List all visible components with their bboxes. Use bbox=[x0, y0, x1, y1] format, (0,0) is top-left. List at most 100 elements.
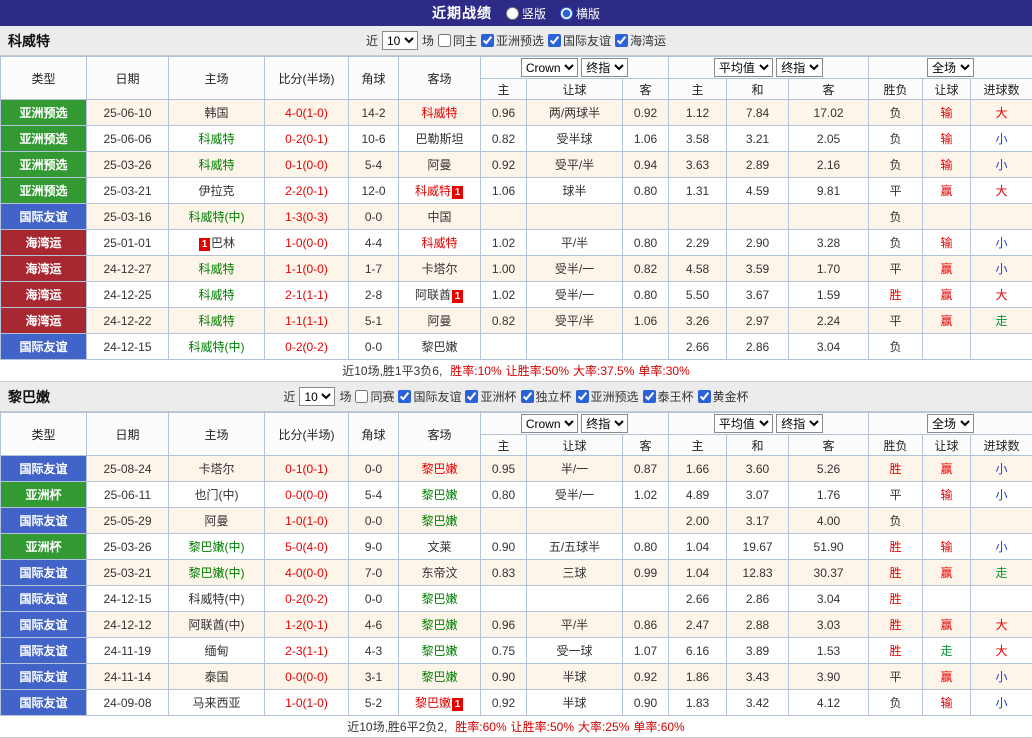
horizontal-radio-label: 横版 bbox=[576, 5, 600, 22]
competition-checkbox[interactable] bbox=[465, 390, 478, 403]
same-competition-filter[interactable]: 同赛 bbox=[355, 388, 394, 405]
crown-away-odds-cell: 0.80 bbox=[623, 534, 669, 560]
competition-filter[interactable]: 独立杯 bbox=[521, 388, 572, 405]
date-cell: 24-12-15 bbox=[87, 334, 169, 360]
away-team-cell: 黎巴嫩 bbox=[399, 586, 481, 612]
avg-stage-select[interactable]: 终指 bbox=[776, 414, 823, 433]
result-cell: 负 bbox=[869, 334, 923, 360]
handicap-result-cell: 赢 bbox=[923, 664, 971, 690]
corners-cell: 4-3 bbox=[349, 638, 399, 664]
odds-source-group: Crown 终指 bbox=[481, 57, 669, 79]
team-name-text: 卡塔尔 bbox=[421, 262, 457, 276]
horizontal-radio[interactable] bbox=[560, 7, 573, 20]
away-team-cell: 东帝汶 bbox=[399, 560, 481, 586]
handicap-line-cell: 受平/半 bbox=[527, 308, 623, 334]
goals-result-cell bbox=[971, 334, 1032, 360]
team-name-text: 科威特 bbox=[421, 106, 457, 120]
competition-filter[interactable]: 国际友谊 bbox=[548, 32, 611, 49]
handicap-line-cell: 五/五球半 bbox=[527, 534, 623, 560]
competition-filter[interactable]: 亚洲预选 bbox=[481, 32, 544, 49]
odds-stage-select[interactable]: 终指 bbox=[581, 414, 628, 433]
layout-option-horizontal[interactable]: 横版 bbox=[560, 5, 600, 22]
competition-type-cell: 国际友谊 bbox=[1, 560, 87, 586]
same-venue-filter[interactable]: 同主 bbox=[438, 32, 477, 49]
sub-header-avg-draw: 和 bbox=[727, 79, 789, 100]
avg-source-select[interactable]: 平均值 bbox=[714, 58, 773, 77]
competition-checkbox[interactable] bbox=[643, 390, 656, 403]
odds-stage-select[interactable]: 终指 bbox=[581, 58, 628, 77]
col-header-corners: 角球 bbox=[349, 57, 399, 100]
corners-cell: 5-2 bbox=[349, 690, 399, 716]
away-team-cell: 巴勒斯坦 bbox=[399, 126, 481, 152]
competition-filter[interactable]: 亚洲预选 bbox=[576, 388, 639, 405]
team-name-text: 文莱 bbox=[427, 540, 451, 554]
avg-home-odds-cell: 1.86 bbox=[669, 664, 727, 690]
vertical-radio[interactable] bbox=[506, 7, 519, 20]
odds-source-select[interactable]: Crown bbox=[521, 414, 578, 433]
avg-draw-odds-cell: 3.43 bbox=[727, 664, 789, 690]
sub-header-avg-away: 客 bbox=[789, 79, 869, 100]
match-row: 海湾运24-12-27科威特1-1(0-0)1-7卡塔尔1.00受半/一0.82… bbox=[1, 256, 1032, 282]
team-name-text: 阿联酋 bbox=[415, 288, 451, 302]
avg-away-odds-cell bbox=[789, 204, 869, 230]
corners-cell: 0-0 bbox=[349, 508, 399, 534]
result-cell: 胜 bbox=[869, 282, 923, 308]
home-team-cell: 科威特 bbox=[169, 152, 265, 178]
avg-home-odds-cell: 3.63 bbox=[669, 152, 727, 178]
sub-header-away-odds: 客 bbox=[623, 79, 669, 100]
competition-filter[interactable]: 泰王杯 bbox=[643, 388, 694, 405]
crown-away-odds-cell: 0.82 bbox=[623, 256, 669, 282]
handicap-line-cell: 半球 bbox=[527, 664, 623, 690]
competition-label: 国际友谊 bbox=[413, 388, 461, 405]
competition-filter[interactable]: 亚洲杯 bbox=[465, 388, 516, 405]
team-name-text: 缅甸 bbox=[204, 644, 228, 658]
layout-option-vertical[interactable]: 竖版 bbox=[506, 5, 546, 22]
date-cell: 24-12-12 bbox=[87, 612, 169, 638]
corners-cell: 2-8 bbox=[349, 282, 399, 308]
competition-checkbox[interactable] bbox=[698, 390, 711, 403]
scope-select[interactable]: 全场 bbox=[927, 58, 974, 77]
avg-stage-select[interactable]: 终指 bbox=[776, 58, 823, 77]
scope-select[interactable]: 全场 bbox=[927, 414, 974, 433]
avg-home-odds-cell bbox=[669, 204, 727, 230]
competition-filter[interactable]: 国际友谊 bbox=[398, 388, 461, 405]
home-team-cell: 黎巴嫩(中) bbox=[169, 534, 265, 560]
sub-header-avg-draw: 和 bbox=[727, 435, 789, 456]
avg-away-odds-cell: 3.04 bbox=[789, 586, 869, 612]
corners-cell: 10-6 bbox=[349, 126, 399, 152]
team-name-text: 黎巴嫩 bbox=[421, 618, 457, 632]
competition-checkbox[interactable] bbox=[615, 34, 628, 47]
avg-source-select[interactable]: 平均值 bbox=[714, 414, 773, 433]
team-name-text: 科威特 bbox=[415, 184, 451, 198]
vertical-radio-label: 竖版 bbox=[522, 5, 546, 22]
competition-label: 泰王杯 bbox=[658, 388, 694, 405]
team-name-text: 韩国 bbox=[204, 106, 228, 120]
score-cell: 1-1(0-0) bbox=[265, 256, 349, 282]
crown-away-odds-cell: 1.07 bbox=[623, 638, 669, 664]
same-competition-checkbox[interactable] bbox=[355, 390, 368, 403]
home-team-cell: 科威特 bbox=[169, 256, 265, 282]
competition-checkbox[interactable] bbox=[576, 390, 589, 403]
competition-checkbox[interactable] bbox=[398, 390, 411, 403]
competition-filter[interactable]: 黄金杯 bbox=[698, 388, 749, 405]
handicap-line-cell: 受半球 bbox=[527, 126, 623, 152]
match-count-select[interactable]: 10 bbox=[299, 387, 335, 406]
odds-source-select[interactable]: Crown bbox=[521, 58, 578, 77]
competition-checkbox[interactable] bbox=[481, 34, 494, 47]
competition-checkbox[interactable] bbox=[521, 390, 534, 403]
crown-home-odds-cell: 0.92 bbox=[481, 690, 527, 716]
result-cell: 胜 bbox=[869, 586, 923, 612]
crown-home-odds-cell: 0.95 bbox=[481, 456, 527, 482]
match-count-select[interactable]: 10 bbox=[382, 31, 418, 50]
match-row: 国际友谊24-11-14泰国0-0(0-0)3-1黎巴嫩0.90半球0.921.… bbox=[1, 664, 1032, 690]
handicap-line-cell: 两/两球半 bbox=[527, 100, 623, 126]
handicap-result-cell bbox=[923, 508, 971, 534]
sub-header-home-odds: 主 bbox=[481, 435, 527, 456]
match-row: 国际友谊25-03-21黎巴嫩(中)4-0(0-0)7-0东帝汶0.83三球0.… bbox=[1, 560, 1032, 586]
same-venue-checkbox[interactable] bbox=[438, 34, 451, 47]
competition-filter[interactable]: 海湾运 bbox=[615, 32, 666, 49]
crown-home-odds-cell: 0.82 bbox=[481, 308, 527, 334]
col-header-score: 比分(半场) bbox=[265, 413, 349, 456]
competition-checkbox[interactable] bbox=[548, 34, 561, 47]
section-header-kuwait: 科威特 近 10 场 同主 亚洲预选国际友谊海湾运 bbox=[0, 26, 1032, 56]
